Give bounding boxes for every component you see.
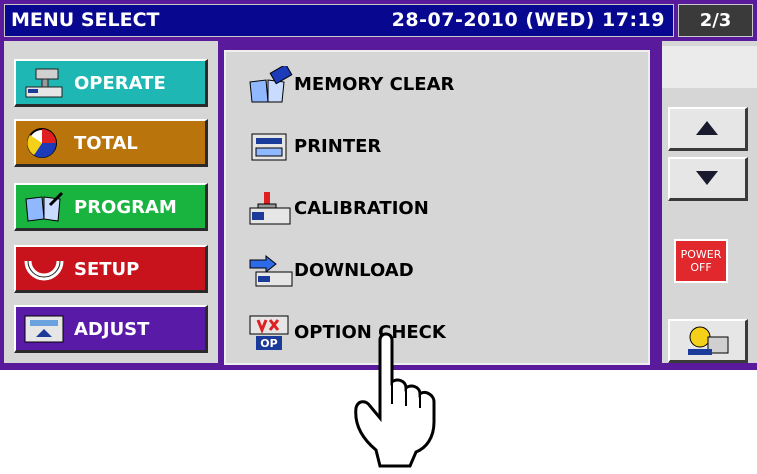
- right-controls: POWER OFF: [662, 41, 757, 363]
- adjust-button[interactable]: ADJUST: [14, 305, 208, 353]
- download-item[interactable]: DOWNLOAD: [248, 250, 628, 292]
- total-button[interactable]: TOTAL: [14, 119, 208, 167]
- memory-clear-icon: [249, 66, 293, 103]
- arrow-up-icon: [696, 121, 718, 135]
- power-label: POWER: [680, 248, 722, 261]
- scroll-down-button[interactable]: [668, 157, 748, 201]
- setup-label: SETUP: [74, 259, 140, 280]
- calibration-icon: [249, 192, 291, 225]
- off-label: OFF: [690, 261, 712, 274]
- operator-icon: [688, 326, 729, 355]
- operator-button[interactable]: [668, 319, 748, 363]
- calibration-item[interactable]: CALIBRATION: [248, 188, 628, 230]
- adjust-label: ADJUST: [74, 319, 150, 340]
- title-bar: MENU SELECT 28-07-2010 (WED) 17:19: [4, 4, 674, 37]
- wrench-icon: [24, 260, 64, 281]
- calibration-label: CALIBRATION: [294, 198, 429, 219]
- setup-button[interactable]: SETUP: [14, 245, 208, 293]
- operate-label: OPERATE: [74, 73, 166, 94]
- page-title: MENU SELECT: [11, 9, 160, 31]
- option-check-icon: OP: [249, 315, 289, 350]
- memory-clear-item[interactable]: MEMORY CLEAR: [248, 64, 628, 106]
- pointing-hand-icon: [354, 332, 436, 468]
- adjust-icon: [24, 315, 64, 343]
- right-top-strip: [662, 46, 757, 88]
- program-button[interactable]: PROGRAM: [14, 183, 208, 231]
- memory-clear-label: MEMORY CLEAR: [294, 74, 455, 95]
- download-icon: [249, 254, 293, 287]
- datetime: 28-07-2010 (WED) 17:19: [391, 9, 665, 31]
- scale-icon: [25, 68, 63, 98]
- operate-button[interactable]: OPERATE: [14, 59, 208, 107]
- left-menu: OPERATE TOTAL PROGRAM SETUP ADJUST: [4, 41, 218, 363]
- scroll-up-button[interactable]: [668, 107, 748, 151]
- option-badge-text: OP: [260, 337, 277, 350]
- printer-icon: [251, 133, 287, 161]
- submenu-panel: MEMORY CLEAR PRINTER CALIBRATION DOWNLOA…: [224, 50, 650, 365]
- download-label: DOWNLOAD: [294, 260, 414, 281]
- menu-select-screen: MENU SELECT 28-07-2010 (WED) 17:19 2/3 O…: [0, 0, 757, 370]
- power-off-button[interactable]: POWER OFF: [674, 239, 728, 283]
- arrow-down-icon: [696, 171, 718, 185]
- page-indicator: 2/3: [678, 4, 753, 37]
- pie-chart-icon: [27, 128, 57, 158]
- book-icon: [25, 191, 64, 222]
- printer-label: PRINTER: [294, 136, 382, 157]
- printer-item[interactable]: PRINTER: [248, 126, 628, 168]
- total-label: TOTAL: [74, 133, 138, 154]
- program-label: PROGRAM: [74, 197, 177, 218]
